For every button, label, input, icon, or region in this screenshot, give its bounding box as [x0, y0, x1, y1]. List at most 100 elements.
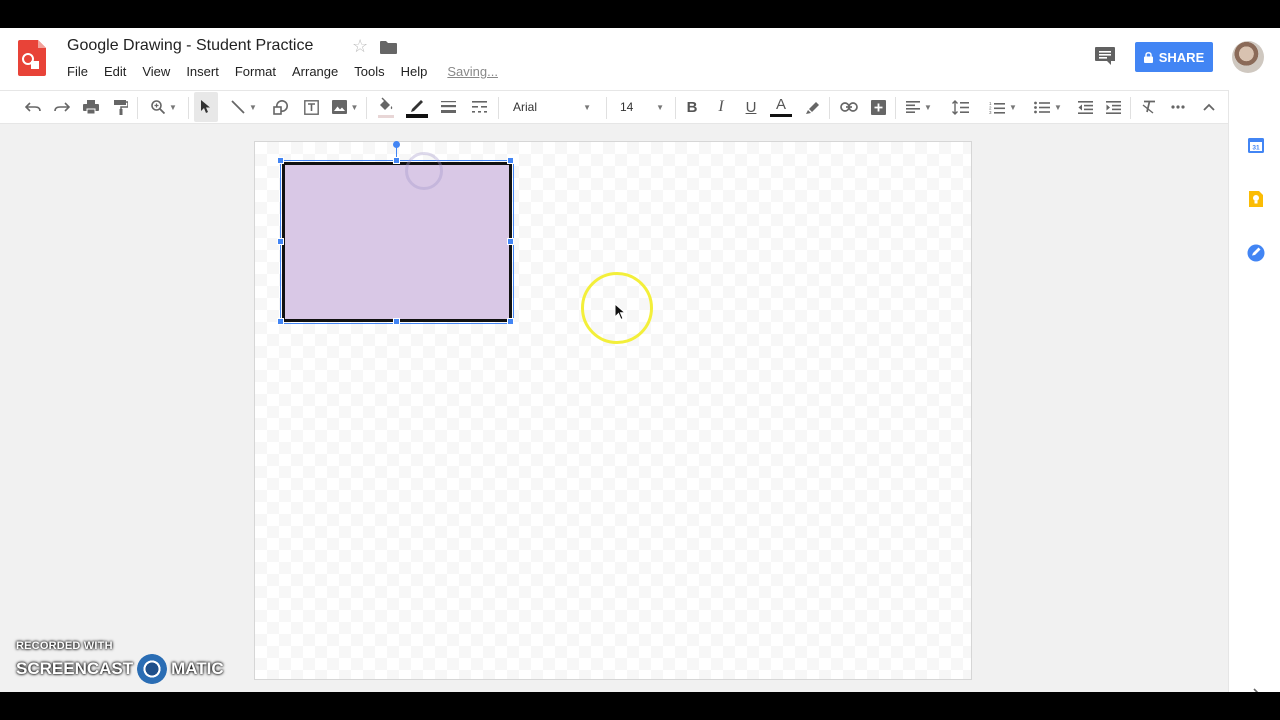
rotation-handle[interactable] [393, 141, 400, 148]
numbered-list-dropdown[interactable]: 123 ▼ [984, 91, 1022, 123]
folder-icon[interactable] [380, 41, 397, 54]
chevron-down-icon: ▼ [924, 102, 932, 112]
underline-button[interactable]: U [740, 91, 762, 123]
toolbar-divider [829, 97, 830, 119]
clear-formatting-button[interactable] [1138, 91, 1160, 123]
text-color-button[interactable]: A [768, 91, 794, 123]
border-dash-button[interactable] [467, 91, 491, 123]
redo-icon[interactable] [51, 91, 73, 123]
bulleted-list-icon [1034, 101, 1051, 113]
pencil-icon [406, 100, 428, 118]
chevron-down-icon: ▼ [1009, 102, 1017, 112]
menu-insert[interactable]: Insert [186, 64, 219, 79]
cursor-arrow-icon [201, 100, 210, 113]
share-label: SHARE [1158, 49, 1205, 65]
calendar-day: 31 [1252, 145, 1260, 152]
comment-add-button[interactable] [867, 91, 889, 123]
shape-tool[interactable] [270, 91, 292, 123]
highlight-color-button[interactable] [801, 91, 823, 123]
bulleted-list-dropdown[interactable]: ▼ [1029, 91, 1067, 123]
line-icon [231, 100, 245, 114]
side-panel: 31 [1228, 90, 1280, 692]
avatar[interactable] [1232, 41, 1264, 73]
resize-handle-top[interactable] [393, 157, 400, 164]
print-icon[interactable] [80, 91, 102, 123]
undo-icon[interactable] [22, 91, 44, 123]
numbered-list-icon: 123 [989, 101, 1006, 114]
keep-icon[interactable] [1247, 190, 1265, 208]
resize-handle-bottom[interactable] [393, 318, 400, 325]
zoom-dropdown[interactable]: ▼ [146, 91, 182, 123]
chevron-down-icon: ▼ [169, 102, 177, 112]
border-color-button[interactable] [405, 91, 429, 123]
google-drawings-icon[interactable] [18, 40, 46, 76]
star-icon[interactable]: ☆ [352, 36, 368, 57]
text-box-tool[interactable] [300, 91, 322, 123]
menu-edit[interactable]: Edit [104, 64, 126, 79]
collapse-menu-icon[interactable] [1198, 91, 1220, 123]
menu-file[interactable]: File [67, 64, 88, 79]
lock-icon [1143, 51, 1153, 63]
svg-text:3: 3 [989, 110, 992, 114]
document-title[interactable]: Google Drawing - Student Practice [67, 37, 313, 55]
menu-help[interactable]: Help [401, 64, 428, 79]
resize-handle-top-left[interactable] [277, 157, 284, 164]
chevron-down-icon: ▼ [656, 102, 664, 112]
menu-view[interactable]: View [142, 64, 170, 79]
indent-decrease-icon [1077, 100, 1093, 114]
menu-format[interactable]: Format [235, 64, 276, 79]
increase-indent-button[interactable] [1102, 91, 1124, 123]
menu-tools[interactable]: Tools [354, 64, 384, 79]
chevron-down-icon: ▼ [583, 102, 591, 112]
resize-handle-top-right[interactable] [507, 157, 514, 164]
paint-format-icon[interactable] [110, 91, 132, 123]
text-color-label: A [775, 96, 786, 113]
shape-icon [273, 99, 288, 115]
resize-handle-right[interactable] [507, 238, 514, 245]
resize-handle-bottom-left[interactable] [277, 318, 284, 325]
italic-button[interactable]: I [710, 91, 732, 123]
screencast-watermark: RECORDED WITH SCREENCAST MATIC [16, 640, 224, 684]
decrease-indent-button[interactable] [1074, 91, 1096, 123]
fill-color-button[interactable] [374, 91, 398, 123]
line-tool[interactable]: ▼ [224, 91, 264, 123]
bold-button[interactable]: B [681, 91, 703, 123]
indent-increase-icon [1105, 100, 1121, 114]
border-weight-button[interactable] [437, 91, 459, 123]
font-size-dropdown[interactable]: 14 ▼ [612, 91, 670, 123]
line-dash-icon [471, 101, 487, 113]
saving-status[interactable]: Saving... [447, 64, 498, 79]
calendar-icon[interactable]: 31 [1247, 136, 1265, 154]
share-button[interactable]: SHARE [1135, 42, 1213, 72]
mouse-cursor-icon [614, 303, 626, 321]
text-color-swatch [770, 114, 792, 117]
font-family-dropdown[interactable]: Arial ▼ [505, 91, 599, 123]
app-header: Google Drawing - Student Practice ☆ File… [0, 28, 1280, 88]
toolbar-divider [137, 97, 138, 119]
watermark-line1: RECORDED WITH [16, 640, 113, 652]
image-tool[interactable]: ▼ [328, 91, 362, 123]
recording-letterbox-bottom [0, 692, 1280, 720]
toolbar-divider [895, 97, 896, 119]
more-options-icon[interactable] [1167, 91, 1189, 123]
add-comment-icon [870, 99, 886, 115]
link-button[interactable] [837, 91, 861, 123]
canvas-workspace[interactable] [0, 124, 1228, 692]
clear-format-icon [1142, 100, 1155, 114]
align-dropdown[interactable]: ▼ [902, 91, 936, 123]
menu-bar: File Edit View Insert Format Arrange Too… [67, 64, 498, 79]
paint-bucket-icon [378, 97, 394, 118]
toolbar-divider [498, 97, 499, 119]
font-name: Arial [513, 100, 538, 114]
toolbar-divider [675, 97, 676, 119]
font-size: 14 [620, 100, 634, 114]
line-spacing-button[interactable] [948, 91, 972, 123]
menu-arrange[interactable]: Arrange [292, 64, 338, 79]
resize-handle-left[interactable] [277, 238, 284, 245]
chevron-down-icon: ▼ [350, 102, 359, 112]
select-tool[interactable] [194, 92, 218, 122]
watermark-line2-right: MATIC [171, 659, 224, 678]
tasks-icon[interactable] [1247, 244, 1265, 262]
resize-handle-bottom-right[interactable] [507, 318, 514, 325]
comment-icon[interactable] [1094, 46, 1116, 66]
